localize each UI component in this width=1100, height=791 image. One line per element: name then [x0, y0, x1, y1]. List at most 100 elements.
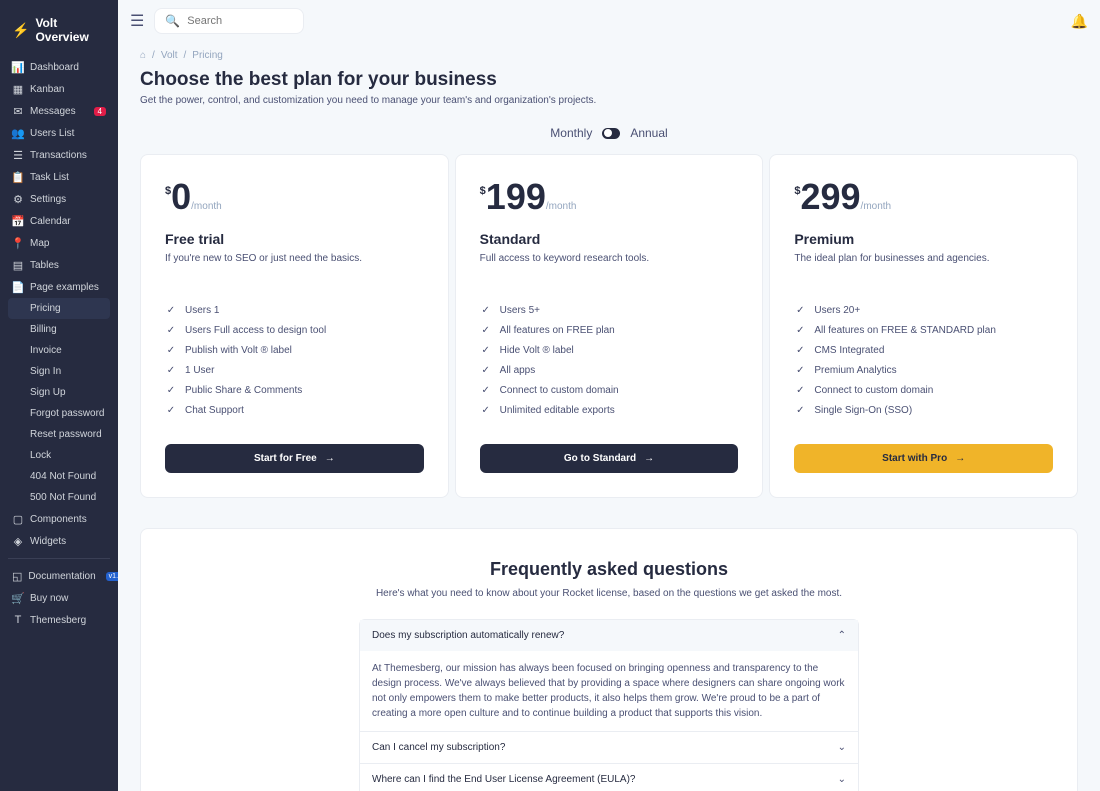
sidebar-item-buy-now[interactable]: 🛒Buy now	[8, 587, 110, 609]
feature-item: ✓All apps	[480, 360, 739, 380]
check-icon: ✓	[165, 404, 177, 416]
breadcrumb-home[interactable]: ⌂	[140, 50, 146, 61]
sidebar-item-themesberg[interactable]: TThemesberg	[8, 609, 110, 631]
toggle-annual[interactable]: Annual	[630, 126, 667, 140]
sidebar-item-page-examples[interactable]: 📄Page examples	[8, 276, 110, 298]
price-amount: 0	[171, 179, 191, 215]
plan-desc: If you're new to SEO or just need the ba…	[165, 253, 424, 264]
feature-text: Connect to custom domain	[814, 385, 933, 396]
plan-name: Standard	[480, 231, 739, 247]
sidebar-item-calendar[interactable]: 📅Calendar	[8, 210, 110, 232]
nav-icon: 📍	[12, 237, 24, 249]
feature-text: All features on FREE & STANDARD plan	[814, 325, 996, 336]
feature-text: Hide Volt ® label	[500, 345, 574, 356]
feature-text: All features on FREE plan	[500, 325, 615, 336]
nav-icon: 📄	[12, 281, 24, 293]
hamburger-icon[interactable]: ☰	[130, 11, 144, 31]
feature-item: ✓Hide Volt ® label	[480, 340, 739, 360]
faq-title: Frequently asked questions	[141, 559, 1077, 580]
search-input[interactable]	[184, 12, 293, 30]
nav-label: Pricing	[30, 303, 61, 314]
nav-icon: ◱	[12, 570, 22, 582]
arrow-right-icon: →	[955, 453, 965, 464]
chevron-down-icon: ⌄	[838, 774, 846, 785]
breadcrumb-volt[interactable]: Volt	[161, 50, 178, 61]
price-amount: 199	[486, 179, 546, 215]
sidebar-item-invoice[interactable]: Invoice	[8, 340, 110, 361]
sidebar-item-users-list[interactable]: 👥 Users List	[8, 122, 110, 144]
price: $ 0 /month	[165, 179, 424, 215]
sidebar-item-tables[interactable]: ▤Tables	[8, 254, 110, 276]
nav-label: Billing	[30, 324, 57, 335]
main: ☰ 🔍 🔔 ⌂ / Volt / Pricing Choose the best…	[118, 0, 1100, 791]
feature-item: ✓Public Share & Comments	[165, 380, 424, 400]
sidebar-item-404-not-found[interactable]: 404 Not Found	[8, 466, 110, 487]
feature-item: ✓CMS Integrated	[794, 340, 1053, 360]
sidebar-item-settings[interactable]: ⚙Settings	[8, 188, 110, 210]
toggle-switch[interactable]	[602, 128, 620, 139]
nav-icon: 👥	[12, 127, 24, 139]
cta-button[interactable]: Start for Free →	[165, 444, 424, 473]
sidebar-item-billing[interactable]: Billing	[8, 319, 110, 340]
brand-icon: ⚡	[12, 22, 29, 39]
sidebar-item-transactions[interactable]: ☰Transactions	[8, 144, 110, 166]
brand[interactable]: ⚡ Volt Overview	[8, 10, 110, 56]
sidebar-item-map[interactable]: 📍Map	[8, 232, 110, 254]
price-amount: 299	[800, 179, 860, 215]
nav-label: Users List	[30, 128, 74, 139]
cta-button[interactable]: Start with Pro →	[794, 444, 1053, 473]
breadcrumb: ⌂ / Volt / Pricing	[140, 42, 1078, 69]
sidebar-item-sign-up[interactable]: Sign Up	[8, 382, 110, 403]
toggle-monthly[interactable]: Monthly	[550, 126, 592, 140]
feature-text: Unlimited editable exports	[500, 405, 615, 416]
sidebar-item-widgets[interactable]: ◈Widgets	[8, 530, 110, 552]
nav-icon: ⚙	[12, 193, 24, 205]
nav-label: Forgot password	[30, 408, 104, 419]
sidebar-item-500-not-found[interactable]: 500 Not Found	[8, 487, 110, 508]
search-box[interactable]: 🔍	[154, 8, 304, 34]
sidebar-item-lock[interactable]: Lock	[8, 445, 110, 466]
plan-name: Premium	[794, 231, 1053, 247]
sidebar-item-pricing[interactable]: Pricing	[8, 298, 110, 319]
faq-header[interactable]: Where can I find the End User License Ag…	[360, 764, 858, 791]
cta-label: Start with Pro	[882, 453, 947, 464]
faq-question: Does my subscription automatically renew…	[372, 630, 564, 641]
nav-label: 404 Not Found	[30, 471, 96, 482]
cta-label: Go to Standard	[564, 453, 636, 464]
plan-desc: The ideal plan for businesses and agenci…	[794, 253, 1053, 264]
nav-label: Calendar	[30, 216, 71, 227]
faq-header[interactable]: Does my subscription automatically renew…	[360, 620, 858, 651]
chevron-down-icon: ⌄	[838, 742, 846, 753]
feature-text: Single Sign-On (SSO)	[814, 405, 912, 416]
sidebar-item-documentation[interactable]: ◱Documentationv1.4	[8, 565, 110, 587]
cta-button[interactable]: Go to Standard →	[480, 444, 739, 473]
sidebar-item-task-list[interactable]: 📋Task List	[8, 166, 110, 188]
price-period: /month	[861, 201, 892, 212]
arrow-right-icon: →	[325, 453, 335, 464]
bell-icon[interactable]: 🔔	[1071, 13, 1088, 30]
nav-icon: 📋	[12, 171, 24, 183]
feature-item: ✓Users 5+	[480, 300, 739, 320]
nav-icon: 📊	[12, 61, 24, 73]
sidebar-item-messages[interactable]: ✉Messages4	[8, 100, 110, 122]
sidebar-item-dashboard[interactable]: 📊Dashboard	[8, 56, 110, 78]
feature-text: Premium Analytics	[814, 365, 896, 376]
nav-icon: ◈	[12, 535, 24, 547]
plan-card-free-trial: $ 0 /month Free trial If you're new to S…	[140, 154, 449, 498]
sidebar-item-forgot-password[interactable]: Forgot password	[8, 403, 110, 424]
nav-icon: ☰	[12, 149, 24, 161]
topbar: ☰ 🔍 🔔	[118, 0, 1100, 42]
faq-question: Where can I find the End User License Ag…	[372, 774, 635, 785]
feature-text: All apps	[500, 365, 536, 376]
check-icon: ✓	[794, 304, 806, 316]
sidebar-item-sign-in[interactable]: Sign In	[8, 361, 110, 382]
nav-divider	[8, 558, 110, 559]
sidebar-item-reset-password[interactable]: Reset password	[8, 424, 110, 445]
sidebar-item-kanban[interactable]: ▦Kanban	[8, 78, 110, 100]
nav-label: Kanban	[30, 84, 64, 95]
faq-header[interactable]: Can I cancel my subscription? ⌄	[360, 732, 858, 763]
feature-item: ✓Chat Support	[165, 400, 424, 420]
nav-label: Tables	[30, 260, 59, 271]
sidebar: ⚡ Volt Overview 📊Dashboard▦Kanban✉Messag…	[0, 0, 118, 791]
sidebar-item-components[interactable]: ▢Components	[8, 508, 110, 530]
